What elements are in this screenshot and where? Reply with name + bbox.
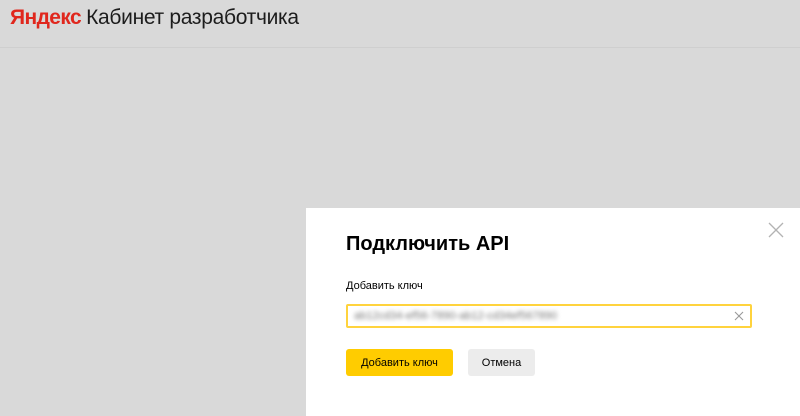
yandex-logo[interactable]: Яндекс bbox=[10, 6, 82, 30]
close-icon bbox=[768, 222, 784, 238]
dialog-title: Подключить API bbox=[346, 233, 510, 255]
add-key-button[interactable]: Добавить ключ bbox=[346, 349, 453, 376]
api-key-label: Добавить ключ bbox=[346, 280, 423, 292]
clear-input-button[interactable] bbox=[732, 309, 746, 323]
brand[interactable]: Яндекс Кабинет разработчика bbox=[10, 6, 299, 30]
connect-api-dialog: Подключить API Добавить ключ Добавить кл… bbox=[306, 208, 800, 416]
page-title[interactable]: Кабинет разработчика bbox=[86, 6, 299, 30]
api-key-field[interactable] bbox=[346, 304, 752, 328]
app-header: Яндекс Кабинет разработчика bbox=[0, 0, 800, 48]
cancel-button[interactable]: Отмена bbox=[468, 349, 535, 376]
close-dialog-button[interactable] bbox=[766, 220, 786, 240]
clear-input-icon bbox=[734, 311, 744, 321]
api-key-input[interactable] bbox=[348, 306, 718, 326]
